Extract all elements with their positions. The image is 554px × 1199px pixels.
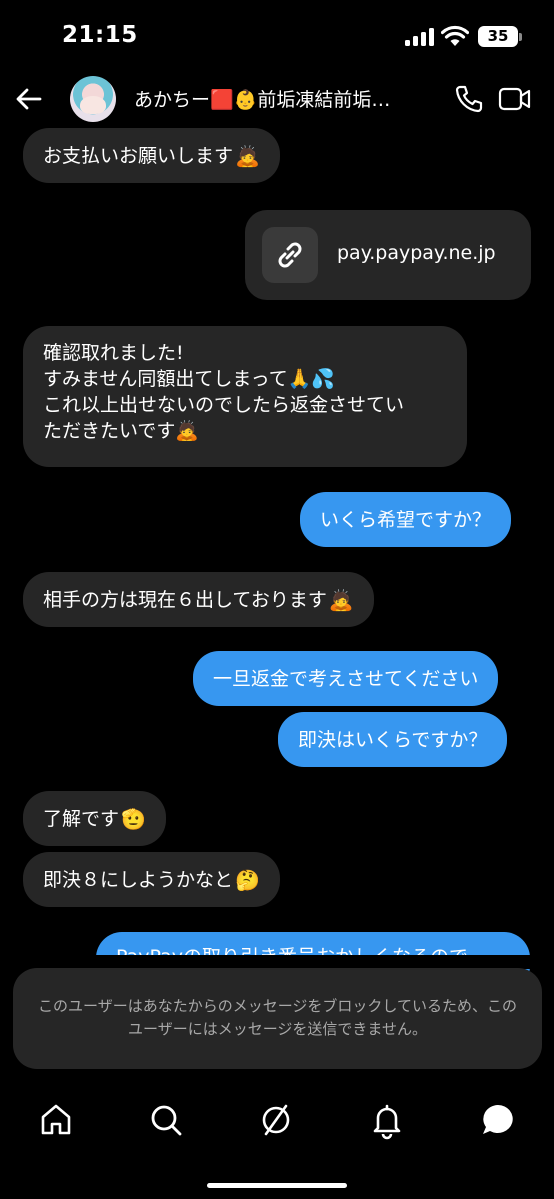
notifications-icon[interactable] — [367, 1100, 407, 1140]
message-line: 確認取れました! — [43, 342, 184, 364]
message-incoming[interactable]: 確認取れました! すみません同額出てしまって🙏💦 これ以上出せないのでしたら返金… — [23, 326, 467, 467]
home-indicator — [207, 1183, 347, 1188]
message-outgoing[interactable]: いくら希望ですか？ — [300, 492, 512, 547]
bow-emoji: 🙇 — [235, 143, 260, 168]
message-incoming[interactable]: 相手の方は現在６出しております 🙇 — [23, 572, 374, 627]
bow-emoji: 🙇 — [328, 587, 354, 612]
home-icon[interactable] — [36, 1100, 76, 1140]
message-outgoing[interactable]: 即決はいくらですか？ — [278, 712, 508, 767]
scroll-fade — [0, 955, 554, 969]
explore-icon[interactable] — [256, 1100, 296, 1140]
thinking-emoji: 🤔 — [235, 867, 260, 892]
link-icon — [262, 227, 318, 283]
status-bar: 21:15 35 — [0, 0, 554, 70]
link-url[interactable]: pay.paypay.ne.jp — [337, 242, 496, 264]
message-line: すみません同額出てしまって🙏💦 — [43, 368, 336, 390]
battery-icon: 35 — [478, 26, 518, 47]
message-link-card[interactable]: pay.paypay.ne.jp — [245, 210, 531, 300]
message-incoming[interactable]: 即決８にしようかなと 🤔 — [23, 852, 280, 907]
salute-emoji: 🫡 — [121, 806, 146, 831]
message-outgoing[interactable]: 一旦返金で考えさせてください — [193, 651, 499, 706]
message-line: ただきたいです🙇 — [43, 420, 200, 442]
message-text: 了解です — [43, 807, 120, 830]
video-icon[interactable] — [498, 84, 532, 114]
message-text: 即決８にしようかなと — [43, 868, 234, 891]
back-arrow-icon[interactable] — [12, 82, 46, 116]
status-time: 21:15 — [62, 22, 138, 48]
phone-icon[interactable] — [454, 84, 484, 114]
search-icon[interactable] — [146, 1100, 186, 1140]
message-text: 一旦返金で考えさせてください — [213, 667, 479, 690]
message-text: お支払いお願いします — [43, 144, 234, 167]
messages-icon[interactable] — [478, 1100, 518, 1140]
message-text: 相手の方は現在６出しております — [43, 588, 327, 611]
message-text: いくら希望ですか？ — [320, 508, 492, 531]
bottom-nav — [0, 1090, 554, 1150]
battery-cap — [519, 33, 522, 41]
avatar[interactable] — [70, 76, 116, 122]
message-incoming[interactable]: 了解です 🫡 — [23, 791, 166, 846]
message-line: これ以上出せないのでしたら返金させてい — [43, 394, 405, 416]
message-text-multiline: 確認取れました! すみません同額出てしまって🙏💦 これ以上出せないのでしたら返金… — [43, 340, 404, 444]
chat-title[interactable]: あかちー🟥👶前垢凍結前垢… — [134, 85, 424, 112]
signal-icon — [405, 28, 435, 46]
chat-header: あかちー🟥👶前垢凍結前垢… — [0, 70, 554, 128]
wifi-icon — [441, 25, 469, 46]
message-incoming[interactable]: お支払いお願いします 🙇 — [23, 128, 280, 183]
blocked-notice: このユーザーはあなたからのメッセージをブロックしているため、このユーザーにはメッ… — [13, 968, 542, 1069]
message-text: 即決はいくらですか？ — [298, 728, 488, 751]
